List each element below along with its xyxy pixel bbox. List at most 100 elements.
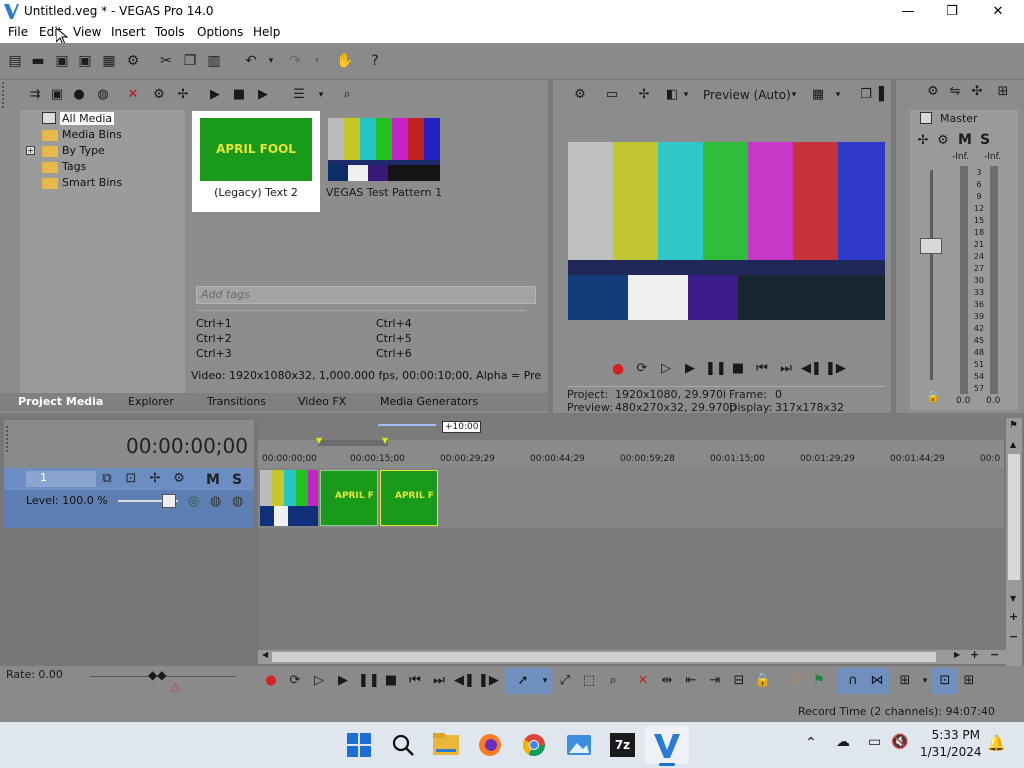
mixer-fx-icon[interactable]: ⊞ [994, 83, 1012, 101]
media-generators-icon[interactable]: ✢ [174, 86, 192, 104]
play-from-start-icon[interactable]: ▷ [310, 672, 328, 690]
mute-button[interactable]: M [958, 132, 972, 148]
undo-icon[interactable]: ↶ [242, 52, 260, 70]
zoom-tool-icon[interactable]: ⌕ [604, 672, 622, 690]
go-to-end-icon[interactable]: ⏭ [430, 672, 448, 690]
vertical-scrollbar[interactable]: ⚑ ▲ ▼ + − [1006, 418, 1022, 666]
maximize-button[interactable]: ❐ [934, 2, 970, 22]
track-motion-icon[interactable]: ⧉ [98, 470, 116, 488]
previous-frame-icon[interactable]: ◀❚ [801, 360, 822, 378]
track-settings-gear-icon[interactable]: ⚙ [170, 470, 188, 488]
text-clip[interactable]: APRIL F [380, 470, 438, 526]
previous-frame-icon[interactable]: ◀❚ [454, 672, 475, 690]
test-pattern-clip[interactable] [260, 470, 318, 526]
zoom-out-icon[interactable]: − [1009, 630, 1018, 643]
stop-preview-icon[interactable]: ■ [230, 86, 248, 104]
overlays-grid-icon[interactable]: ▦ [809, 86, 827, 104]
capture-icon[interactable]: ▣ [48, 86, 66, 104]
play-preview-icon[interactable]: ▶ [206, 86, 224, 104]
properties-gear-icon[interactable]: ⚙ [124, 52, 142, 70]
tree-media-bins[interactable]: Media Bins [62, 128, 122, 141]
menu-tools[interactable]: Tools [155, 25, 185, 39]
panel-grip[interactable] [6, 426, 10, 452]
scroll-down-icon[interactable]: ▼ [1010, 594, 1016, 603]
loop-region-bar[interactable] [318, 440, 388, 446]
vegas-taskbar-icon[interactable] [654, 732, 680, 758]
chevron-up-icon[interactable]: ⌃ [805, 735, 817, 751]
save-snapshot-icon[interactable]: ▌ [875, 86, 893, 104]
text-clip[interactable]: APRIL F [320, 470, 378, 526]
import-media-icon[interactable]: ⇉ [26, 86, 44, 104]
zoom-in-icon[interactable]: + [1009, 610, 1018, 623]
render-icon[interactable]: ▦ [100, 52, 118, 70]
copy-snapshot-icon[interactable]: ❐ [857, 86, 875, 104]
views-icon[interactable]: ☰ [290, 86, 308, 104]
compositing-mode-icon[interactable]: ◎ [188, 494, 199, 509]
record-icon[interactable]: ● [609, 360, 627, 378]
close-button[interactable]: ✕ [980, 2, 1016, 22]
go-to-end-icon[interactable]: ⏭ [777, 360, 795, 378]
loop-end-marker[interactable]: ▼ [382, 436, 388, 445]
volume-muted-icon[interactable]: 🔇 [891, 734, 908, 750]
normal-edit-tool-icon[interactable]: ➚ [514, 672, 532, 690]
bus-properties-gear-icon[interactable]: ⚙ [934, 132, 952, 150]
search-icon[interactable]: ⌕ [338, 86, 356, 104]
play-from-start-icon[interactable]: ▷ [657, 360, 675, 378]
tree-all-media[interactable]: All Media [60, 112, 115, 125]
parent-track-icon[interactable]: ◍ [210, 494, 221, 509]
cut-icon[interactable]: ✂ [157, 52, 175, 70]
help-icon[interactable]: ? [366, 52, 384, 70]
menu-options[interactable]: Options [197, 25, 243, 39]
save-as-icon[interactable]: ▣ [76, 52, 94, 70]
minimize-button[interactable]: — [890, 2, 926, 22]
horizontal-scrollbar[interactable]: ◀ ▶ + − [258, 648, 1006, 664]
tree-by-type[interactable]: By Type [62, 144, 105, 157]
next-frame-icon[interactable]: ❚▶ [825, 360, 846, 378]
zoom-in-icon[interactable]: + [970, 648, 979, 661]
clock-date[interactable]: 1/31/2024 [920, 745, 982, 759]
notification-bell-icon[interactable]: 🔔 [987, 734, 1006, 752]
delete-icon[interactable]: ✕ [634, 672, 652, 690]
dropdown-icon[interactable]: ▾ [677, 86, 695, 104]
timeline-tracks[interactable]: ▼ ▼ +10:00 00:00:00;00 00:00:15;00 00:00… [258, 418, 1004, 650]
windows-start-icon[interactable] [347, 733, 371, 757]
stop-icon[interactable]: ■ [729, 360, 747, 378]
pause-icon[interactable]: ❚❚ [705, 360, 727, 378]
scrollbar-thumb[interactable] [1008, 454, 1020, 580]
media-thumb-test-pattern[interactable] [328, 118, 440, 181]
stop-icon[interactable]: ■ [382, 672, 400, 690]
selection-tool-icon[interactable]: ⬚ [580, 672, 598, 690]
trim-icon[interactable]: ⇹ [658, 672, 676, 690]
7zip-icon[interactable]: 7z [610, 733, 635, 757]
dim-output-icon[interactable]: ✣ [968, 83, 986, 101]
file-explorer-icon[interactable] [433, 733, 459, 755]
rate-slider-handle[interactable]: ◆◆ [148, 668, 166, 682]
media-fx-icon[interactable]: ⚙ [150, 86, 168, 104]
undo-dropdown-icon[interactable]: ▾ [262, 52, 280, 70]
menu-view[interactable]: View [73, 25, 101, 39]
scroll-right-icon[interactable]: ▶ [954, 650, 960, 659]
fader-handle[interactable] [920, 238, 942, 254]
tab-transitions[interactable]: Transitions [207, 395, 266, 408]
get-media-icon[interactable]: ● [70, 86, 88, 104]
go-to-start-icon[interactable]: ⏮ [753, 360, 771, 378]
clock-time[interactable]: 5:33 PM [928, 728, 980, 742]
menu-insert[interactable]: Insert [111, 25, 145, 39]
lock-envelopes-icon[interactable]: ⊡ [936, 672, 954, 690]
scrollbar-thumb[interactable] [272, 652, 936, 662]
play-icon[interactable]: ▶ [334, 672, 352, 690]
lock-icon[interactable]: 🔒 [754, 672, 772, 690]
tab-explorer[interactable]: Explorer [128, 395, 174, 408]
tab-video-fx[interactable]: Video FX [298, 395, 346, 408]
scroll-up-icon[interactable]: ▲ [1010, 440, 1016, 449]
auto-preview-icon[interactable]: ▶ [254, 86, 272, 104]
level-slider-handle[interactable] [162, 494, 176, 508]
dropdown-icon[interactable]: ▾ [829, 86, 847, 104]
auto-crossfade-icon[interactable]: ⋈ [868, 672, 886, 690]
mixer-settings-gear-icon[interactable]: ⚙ [924, 83, 942, 101]
lock-icon[interactable]: 🔒 [926, 390, 940, 403]
go-to-start-icon[interactable]: ⏮ [406, 672, 424, 690]
next-frame-icon[interactable]: ❚▶ [478, 672, 499, 690]
marker-flag-icon[interactable]: ⚑ [1009, 420, 1018, 431]
preview-quality-select[interactable]: Preview (Auto) [703, 88, 791, 102]
